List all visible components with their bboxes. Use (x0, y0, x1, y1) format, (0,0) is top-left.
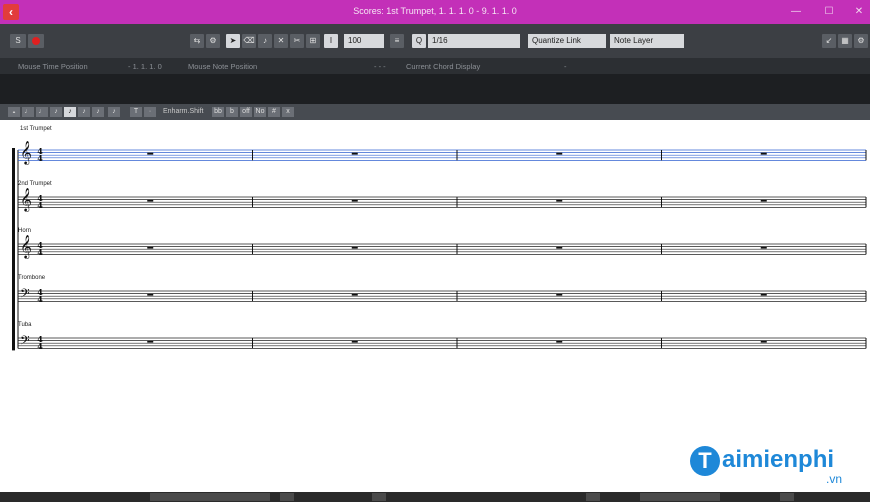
minimize-icon[interactable]: — (785, 4, 807, 20)
thirtysecond-note-icon[interactable]: ♪ (78, 107, 90, 117)
quantize-select[interactable]: 1/16 (428, 34, 520, 48)
instrument-label: 1st Trumpet (20, 126, 52, 132)
record-icon (32, 37, 40, 45)
auto-scroll-icon[interactable]: ⇆ (190, 34, 204, 48)
mouse-note-label: Mouse Note Position (188, 62, 258, 71)
eighth-note-icon[interactable]: ♪ (50, 107, 62, 117)
mouse-note-value: - - - (374, 62, 386, 71)
time-signature-bottom: 4 (37, 200, 43, 210)
time-signature: 44 (36, 194, 44, 210)
bass-clef-icon: 𝄢 (20, 286, 30, 304)
score-area[interactable]: 𝄞 4 4 1st Trumpet 𝄞 4 4 2nd Trumpet 𝄞 4 4 Horn 𝄢 4 4 Tr… (0, 120, 870, 492)
sixteenth-note-icon[interactable]: ♪ (64, 107, 76, 117)
treble-clef-icon: 𝄞 (20, 140, 32, 164)
treble-clef-icon: 𝄞 (20, 187, 32, 211)
note-layer-select[interactable]: Note Layer (610, 34, 684, 48)
triplet-icon[interactable]: T (130, 107, 142, 117)
cubase-score-editor: ‹ Scores: 1st Trumpet, 1. 1. 1. 0 - 9. 1… (0, 0, 870, 502)
time-signature-bottom: 4 (37, 294, 43, 304)
instrument-label: Horn (18, 228, 32, 234)
glue-tool-icon[interactable]: ⊞ (306, 34, 320, 48)
instrument-label: Trombone (18, 275, 46, 281)
quantize-link-label: Quantize Link (532, 36, 581, 45)
bass-clef-icon: 𝄢 (20, 333, 30, 351)
watermark-logo: T aimienphi .vn (690, 446, 858, 486)
enharm-flat-button[interactable]: b (226, 107, 238, 117)
instrument-label: Tuba (18, 322, 32, 328)
window-layout-icon[interactable]: ▦ (838, 34, 852, 48)
watermark-suffix: .vn (826, 472, 843, 486)
enharm-sharp-button[interactable]: # (268, 107, 280, 117)
object-selection-tool-icon[interactable]: ➤ (226, 34, 240, 48)
treble-clef-icon: 𝄞 (20, 234, 32, 258)
enharm-double-sharp-button[interactable]: x (282, 107, 294, 117)
taskbar-item[interactable] (640, 493, 720, 501)
quantize-value: 1/16 (432, 36, 448, 45)
toolbar-settings-icon[interactable]: ⚙ (854, 34, 868, 48)
taskbar-item[interactable] (280, 493, 294, 501)
enharmonic-shift-label: Enharm.Shift (163, 108, 204, 115)
mute-tool-icon[interactable]: ✕ (274, 34, 288, 48)
enharm-double-flat-button[interactable]: bb (212, 107, 224, 117)
title-bar: ‹ Scores: 1st Trumpet, 1. 1. 1. 0 - 9. 1… (0, 0, 870, 24)
note-value-icon[interactable]: ♪ (108, 107, 120, 117)
quantize-label: Q (412, 34, 426, 48)
ruler-area (0, 74, 870, 104)
toolbar: S ⇆ ⚙ ➤ ⌫ ♪ ✕ ✂ ⊞ I 100 ≡ Q 1/16 Quantiz… (0, 24, 870, 58)
whole-note-icon[interactable]: 𝅝 (8, 107, 20, 117)
note-toolbar: 𝅝 ♩ ♩ ♪ ♪ ♪ ♪ ♪ T · Enharm.Shift bb b of… (0, 104, 870, 120)
taskbar-item[interactable] (780, 493, 794, 501)
time-signature: 44 (36, 288, 44, 304)
close-icon[interactable]: ✕ (848, 4, 870, 20)
instrument-label: 2nd Trumpet (18, 181, 52, 187)
solo-icon[interactable]: S (10, 34, 26, 48)
mouse-time-label: Mouse Time Position (18, 62, 88, 71)
scissors-tool-icon[interactable]: ✂ (290, 34, 304, 48)
taskbar-item[interactable] (372, 493, 386, 501)
time-signature: 44 (36, 335, 44, 351)
quarter-note-icon[interactable]: ♩ (36, 107, 48, 117)
taskbar-item[interactable] (586, 493, 600, 501)
watermark-brand-text: aimienphi (722, 446, 835, 473)
time-signature-bottom: 4 (37, 247, 43, 257)
note-layer-label: Note Layer (614, 36, 654, 45)
enharm-no-button[interactable]: No (254, 107, 266, 117)
quantize-link-select[interactable]: Quantize Link (528, 34, 606, 48)
time-signature: 44 (36, 147, 44, 163)
info-line: Mouse Time Position - 1. 1. 1. 0 Mouse N… (0, 58, 870, 74)
maximize-icon[interactable]: ☐ (818, 4, 840, 20)
eraser-tool-icon[interactable]: ⌫ (242, 34, 256, 48)
settings-icon[interactable]: ⚙ (206, 34, 220, 48)
time-signature-bottom: 4 (37, 153, 43, 163)
note-tool-icon[interactable]: ♪ (258, 34, 272, 48)
chord-value: - (564, 62, 567, 71)
collapse-icon[interactable]: ↙ (822, 34, 836, 48)
half-note-icon[interactable]: ♩ (22, 107, 34, 117)
enharm-off-button[interactable]: off (240, 107, 252, 117)
chord-label: Current Chord Display (406, 62, 481, 71)
zoom-field[interactable]: 100 (344, 34, 384, 48)
dotted-icon[interactable]: · (144, 107, 156, 117)
taskbar (0, 492, 870, 502)
taskbar-item[interactable] (150, 493, 270, 501)
sixtyfourth-note-icon[interactable]: ♪ (92, 107, 104, 117)
layout-tool-icon[interactable]: I (324, 34, 338, 48)
zoom-value: 100 (348, 36, 362, 45)
time-signature: 44 (36, 241, 44, 257)
mouse-time-value: - 1. 1. 1. 0 (128, 62, 162, 71)
menu-icon[interactable]: ≡ (390, 34, 404, 48)
time-signature-bottom: 4 (37, 341, 43, 351)
watermark-brand-letter: T (690, 446, 720, 476)
window-title: Scores: 1st Trumpet, 1. 1. 1. 0 - 9. 1. … (353, 6, 517, 16)
